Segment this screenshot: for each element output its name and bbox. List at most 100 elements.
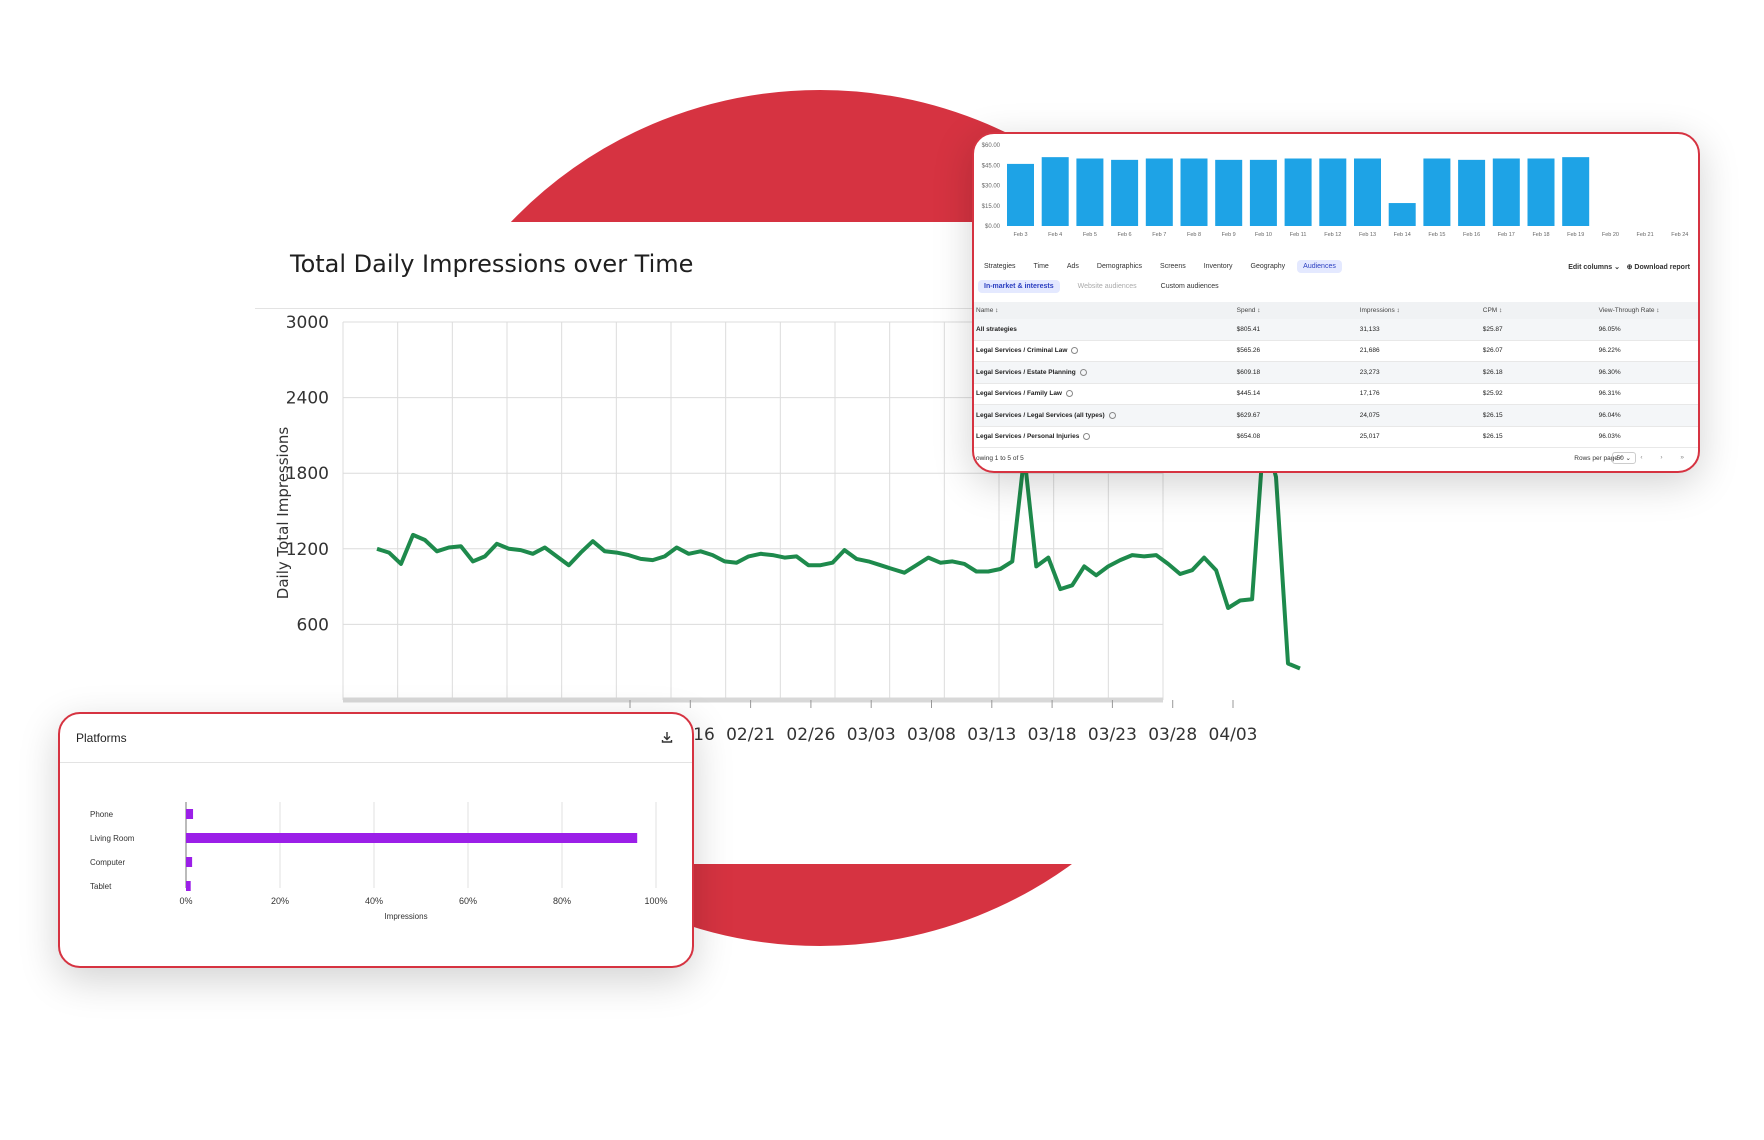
y-tick-label: Tablet [90, 882, 112, 891]
row-name: Legal Services / Family Law [974, 383, 1235, 405]
spend-bar [1423, 158, 1451, 226]
x-tick-label: Feb 20 [1602, 232, 1619, 238]
column-header[interactable]: Name ↕ [974, 302, 1235, 319]
x-tick-label: Feb 18 [1532, 232, 1549, 238]
subtab-custom-audiences[interactable]: Custom audiences [1155, 280, 1225, 293]
spend-bar [1041, 157, 1069, 226]
spend-bar [1007, 163, 1034, 226]
spend-bar [1562, 157, 1590, 226]
x-tick-label: 02/26 [786, 725, 835, 745]
info-icon[interactable] [1079, 368, 1087, 376]
info-icon[interactable] [1066, 390, 1073, 398]
x-tick-label: Feb 13 [1359, 232, 1376, 238]
table-row[interactable]: All strategies $805.41 31,133 $25.87 96.05% [974, 319, 1698, 341]
subtab-website-audiences[interactable]: Website audiences [1072, 280, 1143, 293]
y-tick-label: $15.00 [982, 204, 1001, 210]
x-tick-label: Feb 24 [1671, 232, 1688, 238]
spend-bar [1284, 158, 1312, 226]
row-name-text: Legal Services / Family Law [976, 390, 1062, 398]
x-tick-label: Feb 5 [1083, 232, 1097, 238]
table-cell: $26.18 [1480, 361, 1597, 384]
spend-bar [1388, 203, 1416, 226]
x-tick-label: 60% [459, 896, 477, 906]
audience-table: Name ↕ Spend ↕ Impressions ↕ CPM ↕ View-Thro… [974, 302, 1698, 448]
tab-geography[interactable]: Geography [1245, 260, 1292, 273]
spend-bar [1145, 158, 1173, 226]
table-row[interactable]: Legal Services / Personal Injuries $654.0… [974, 426, 1698, 448]
table-cell: $805.41 [1234, 319, 1358, 341]
spend-bar [1180, 158, 1208, 226]
row-name-text: Legal Services / Criminal Law [976, 347, 1068, 355]
spend-bar [1458, 159, 1486, 226]
x-tick-label: Feb 4 [1048, 232, 1062, 238]
table-header-row: Name ↕ Spend ↕ Impressions ↕ CPM ↕ View-Thro… [974, 302, 1698, 319]
table-row[interactable]: Legal Services / Family Law $445.14 17,176… [974, 383, 1698, 405]
y-tick-label: $45.00 [982, 163, 1001, 169]
row-name-text: Legal Services / Personal Injuries [976, 433, 1080, 441]
x-tick-label: 03/23 [1088, 725, 1137, 745]
x-tick-label: 02/21 [726, 725, 775, 745]
y-tick-label: $30.00 [982, 184, 1001, 190]
y-axis-label: Daily Total Impressions [274, 427, 292, 600]
x-tick-label: Feb 15 [1428, 232, 1445, 238]
edit-columns-button[interactable]: Edit columns ⌄ [1568, 263, 1620, 271]
table-cell: 96.30% [1596, 361, 1698, 384]
table-cell: $609.18 [1234, 361, 1358, 384]
tab-strategies[interactable]: Strategies [978, 260, 1022, 273]
x-axis-label: Impressions [384, 912, 427, 921]
x-tick-label: 04/03 [1209, 725, 1258, 745]
table-cell: $629.67 [1234, 404, 1358, 427]
table-cell: $445.14 [1234, 383, 1358, 405]
y-tick-label: 1200 [286, 540, 329, 560]
info-icon[interactable] [1083, 433, 1091, 441]
table-cell: $25.87 [1480, 319, 1597, 341]
tab-ads[interactable]: Ads [1061, 260, 1085, 273]
platform-bar [186, 857, 193, 867]
tab-audiences[interactable]: Audiences [1297, 260, 1342, 273]
column-header[interactable]: Impressions ↕ [1357, 302, 1481, 319]
pagination-controls[interactable]: « ‹ › » [1619, 454, 1692, 461]
column-header[interactable]: CPM ↕ [1480, 302, 1597, 319]
table-cell: 31,133 [1357, 319, 1481, 341]
audience-subtabs: In-market & interests Website audiences Cu… [978, 280, 1237, 293]
tab-inventory[interactable]: Inventory [1198, 260, 1239, 273]
x-tick-label: Feb 21 [1637, 232, 1654, 238]
tab-demographics[interactable]: Demographics [1091, 260, 1148, 273]
tab-time[interactable]: Time [1028, 260, 1055, 273]
x-tick-label: Feb 6 [1118, 232, 1132, 238]
y-tick-label: $60.00 [982, 143, 1001, 149]
table-row[interactable]: Legal Services / Estate Planning $609.18 2… [974, 361, 1698, 384]
column-header[interactable]: View-Through Rate ↕ [1596, 302, 1698, 319]
column-header[interactable]: Spend ↕ [1234, 302, 1358, 319]
spend-bar [1215, 159, 1243, 226]
tab-screens[interactable]: Screens [1154, 260, 1192, 273]
table-row[interactable]: Legal Services / Legal Services (all typ… [974, 404, 1698, 427]
x-tick-label: Feb 3 [1013, 232, 1027, 238]
y-tick-label: Computer [90, 858, 125, 867]
spend-bar-chart: $0.00 $15.00 $30.00 $45.00 $60.00 Feb 3 Feb 4 F… [982, 143, 1689, 238]
info-icon[interactable] [1071, 347, 1079, 355]
x-tick-label: Feb 7 [1152, 232, 1166, 238]
x-tick-label: 100% [644, 896, 667, 906]
info-icon[interactable] [1108, 411, 1116, 419]
report-tabs: Strategies Time Ads Demographics Screens Inve… [978, 260, 1348, 273]
table-cell: $25.92 [1480, 383, 1597, 405]
x-tick-label: 20% [271, 896, 289, 906]
subtab-in-market-interests[interactable]: In-market & interests [978, 280, 1060, 293]
table-cell: 96.03% [1596, 426, 1698, 448]
x-tick-label: Feb 9 [1222, 232, 1236, 238]
table-row[interactable]: Legal Services / Criminal Law $565.26 21,6… [974, 340, 1698, 362]
row-name-text: Legal Services / Estate Planning [976, 368, 1076, 376]
download-report-button[interactable]: ⊕ Download report [1627, 263, 1690, 271]
spend-bar [1527, 158, 1555, 226]
y-tick-label: Phone [90, 810, 114, 819]
row-name: Legal Services / Criminal Law [974, 340, 1235, 362]
table-cell: 17,176 [1357, 383, 1481, 405]
row-name: Legal Services / Legal Services (all typ… [974, 404, 1235, 427]
y-tick-label: 2400 [286, 389, 329, 409]
table-cell: $26.15 [1480, 426, 1597, 448]
table-cell: 96.31% [1596, 383, 1698, 405]
row-name: Legal Services / Estate Planning [974, 361, 1235, 384]
x-tick-label: Feb 10 [1255, 232, 1272, 238]
table-cell: $26.07 [1480, 340, 1597, 362]
